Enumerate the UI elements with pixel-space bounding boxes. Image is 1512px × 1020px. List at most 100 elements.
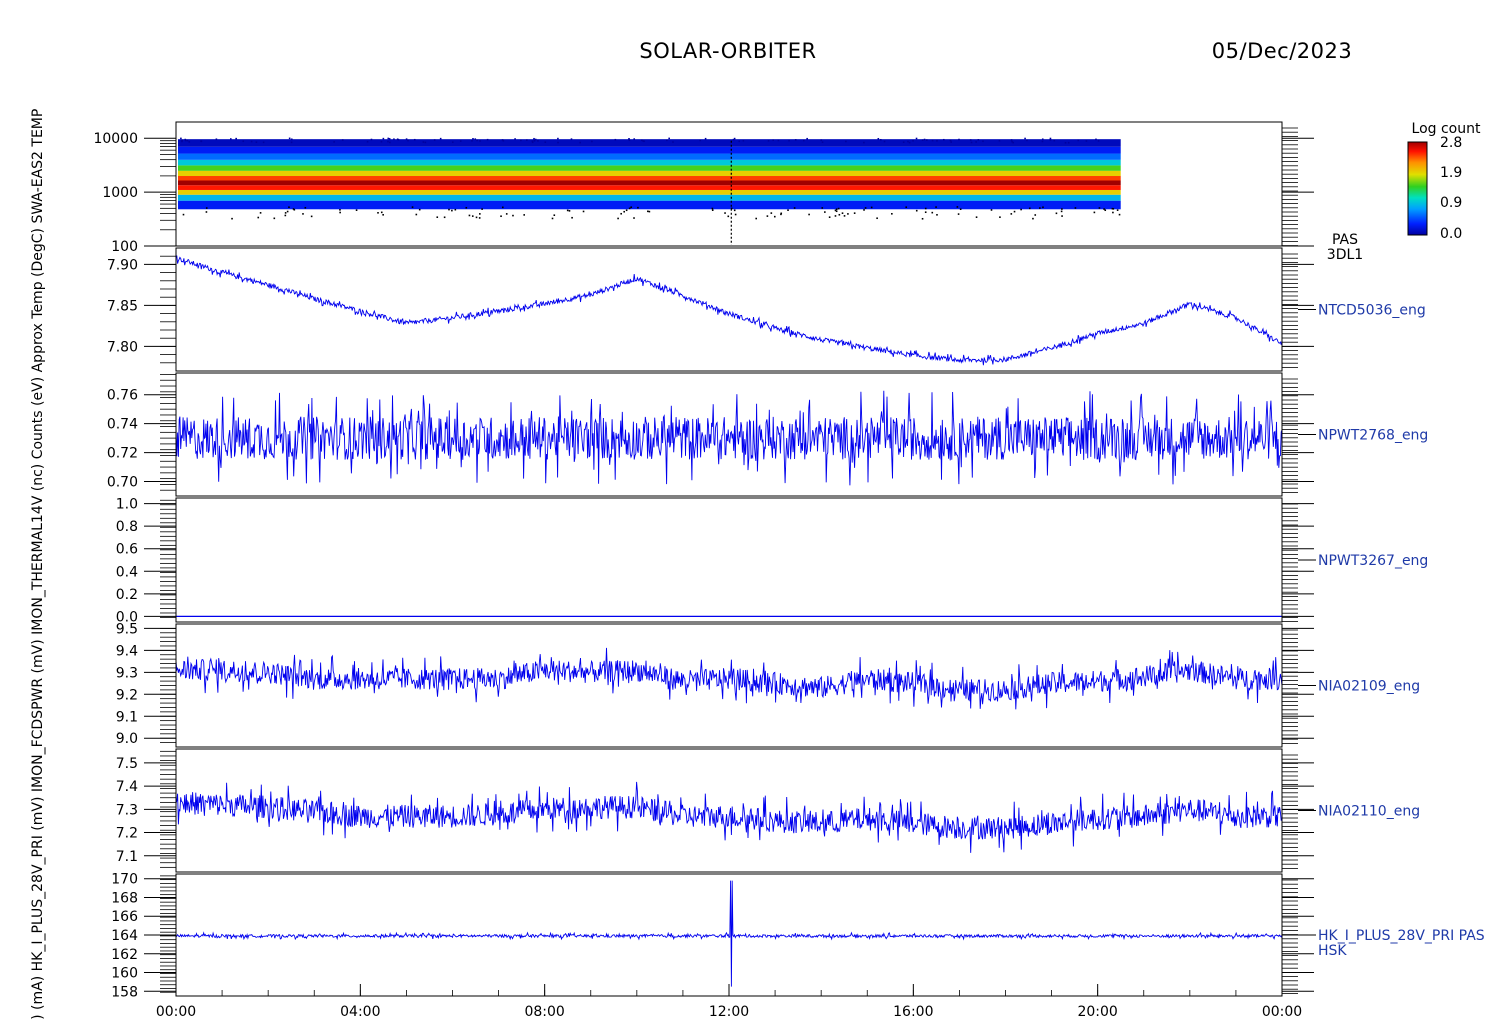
y-tick-label: 7.1 [116,849,138,865]
spectrogram-speck [793,207,796,209]
y-tick-label: 1000 [102,185,138,201]
series-label: NPWT3267_eng [1318,553,1428,569]
spectrogram-band [178,159,1121,166]
y-tick-label: 100 [111,239,138,255]
y-tick-label: 0.76 [107,388,138,404]
spectrogram-speck [699,139,702,142]
spectrogram-speck [382,213,384,216]
spectrogram-speck [186,139,189,142]
spectrogram-speck [333,141,335,143]
spectrogram-speck [926,139,928,141]
spectrogram-speck [537,140,539,142]
spectrogram-speck [418,208,421,211]
y-tick-label: 7.5 [116,756,138,772]
spectrogram-speck [620,212,622,215]
y-tick-label: 9.0 [116,731,138,747]
spectrogram-speck [284,212,287,214]
spectrogram-speck [479,140,481,142]
y-tick-label: 0.72 [107,446,138,462]
spectrogram-speck [935,206,937,208]
y-tick-label: 164 [111,928,138,944]
y-tick-label: 0.4 [116,564,138,580]
spectrogram-speck [931,211,934,214]
spectrogram-speck [617,217,619,220]
spectrogram-speck [958,138,960,141]
spectrogram-speck [950,141,952,143]
spectrogram-speck [711,209,714,211]
spectrogram-speck [1026,139,1028,142]
spectrogram-speck [465,206,468,209]
spectrogram-speck [1097,140,1100,142]
spectrogram-speck [1118,213,1121,216]
spectrogram-speck [424,141,427,144]
spectrogram-speck [290,141,293,144]
spectrogram-speck [949,139,952,142]
panel-frame-2 [175,372,1283,497]
spectrogram-speck [647,210,649,213]
spectrogram-speck [1032,217,1034,220]
spectrogram-speck [633,138,636,140]
spectrogram-speck [870,206,873,209]
spectrogram-speck [738,140,740,143]
spectrogram-speck [1028,207,1031,210]
spectrogram-speck [641,139,643,142]
spectrogram-speck [200,140,203,143]
spectrogram-speck [727,215,730,218]
spectrogram-speck [977,139,980,141]
spectrogram-speck [802,139,805,142]
spectrogram-speck [1064,141,1067,144]
spectrogram-speck [582,210,585,213]
y-tick-label: 0.6 [116,542,138,558]
spectrogram-speck [205,207,208,209]
series-line-1 [175,255,1283,366]
spectrogram-speck [666,139,668,142]
spectrogram-speck [924,207,927,210]
y-tick-label: 0.70 [107,475,138,491]
spectrogram-speck [468,214,471,217]
spectrogram-speck [788,139,790,142]
spectrogram-speck [824,211,826,213]
spectrogram-speck [355,209,358,211]
spectrogram-speck [1061,208,1063,210]
spectrogram-speck [843,215,846,217]
spectrogram-speck [828,216,831,218]
spectrogram-speck [181,139,183,142]
plot-canvas: SOLAR-ORBITER 05/Dec/2023 (PAS) (mA) HK_… [30,39,1485,1020]
spectrogram-speck [413,138,416,141]
spectrogram-speck [486,138,489,141]
spectrogram-speck [1116,209,1119,211]
plot-panels: 10000 1000 100 PAS3DL1 7.90 7.85 7.80 NTCD5036_… [93,121,1485,1000]
spectrogram-speck [388,138,391,140]
spectrogram-speck [259,212,262,214]
spectrogram-speck [533,137,535,140]
y-tick-label: 170 [111,872,138,888]
spectrogram-speck [614,138,617,141]
spectrogram-speck [557,137,559,140]
spectrogram-speck [448,208,450,211]
spectrogram-speck [341,139,344,141]
spectrogram-band [178,194,1121,201]
spectrogram-speck [1042,206,1044,209]
spectrogram-speck [514,138,516,140]
spectrogram-speck [902,141,905,143]
series-label: NIA02110_eng [1318,804,1420,820]
spectrogram-speck [770,212,773,214]
spectrogram-speck [471,215,474,217]
spectrogram-speck [553,214,556,216]
y-tick-label: 7.2 [116,826,138,842]
spectrogram-speck [566,209,569,212]
spectrogram-speck [1010,213,1013,215]
spectrogram-speck [1041,138,1044,141]
spectrogram-speck [377,212,379,214]
panel-frame-5 [175,748,1283,873]
spectrogram-speck [407,139,409,142]
spectrogram-speck [908,141,911,144]
spectrogram-speck [415,213,418,216]
spectrogram-band [178,165,1121,171]
spectrogram-speck [451,141,454,143]
spectrogram-speck [837,207,840,210]
spectrogram-speck [628,207,631,210]
spectrogram-speck [1013,210,1016,213]
spectrogram-band [178,146,1121,154]
spectrogram-speck [1077,139,1080,142]
